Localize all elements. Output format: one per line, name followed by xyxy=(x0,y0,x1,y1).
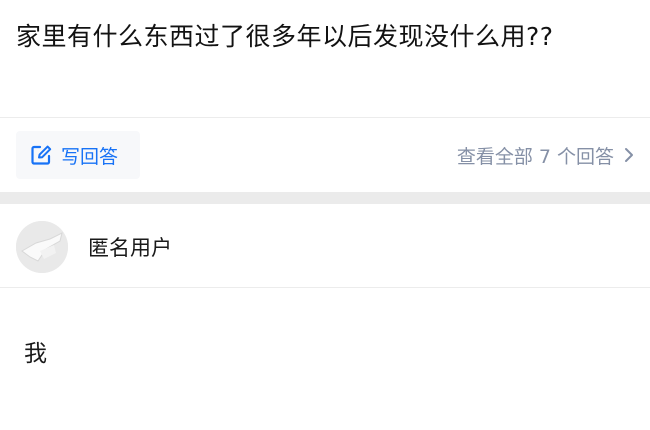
answer-author[interactable]: 匿名用户 xyxy=(16,220,172,274)
question-title: 家里有什么东西过了很多年以后发现没什么用?? xyxy=(16,22,554,51)
author-name[interactable]: 匿名用户 xyxy=(88,232,172,262)
write-answer-button[interactable]: 写回答 xyxy=(16,131,140,179)
view-all-answers-link[interactable]: 查看全部 7 个回答 xyxy=(457,131,634,179)
section-separator xyxy=(0,192,650,204)
write-answer-label: 写回答 xyxy=(61,145,119,168)
answer-content: 我 xyxy=(24,341,47,367)
avatar[interactable] xyxy=(16,221,68,273)
divider xyxy=(0,287,650,288)
divider xyxy=(0,117,650,118)
view-all-label: 查看全部 7 个回答 xyxy=(456,145,614,168)
edit-icon xyxy=(30,144,52,166)
chevron-right-icon xyxy=(624,147,634,163)
